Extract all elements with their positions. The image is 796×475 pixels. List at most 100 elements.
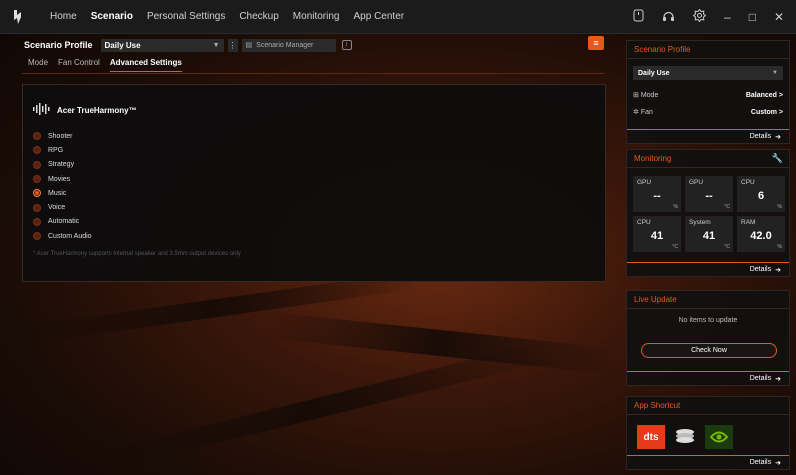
- radio-button[interactable]: [33, 232, 41, 241]
- nav-personal-settings[interactable]: Personal Settings: [147, 0, 225, 34]
- radio-option[interactable]: Shooter: [33, 129, 92, 143]
- scenario-profile-value: Daily Use: [104, 40, 141, 50]
- mode-label: Mode: [640, 92, 659, 99]
- bg-streak: [259, 311, 621, 375]
- audio-mode-list: Shooter RPG Strategy Movies Music Voice …: [33, 129, 92, 243]
- panel-title: Acer TrueHarmony™: [33, 103, 137, 117]
- radio-button[interactable]: [33, 132, 41, 141]
- monitor-tile: RAM 42.0%: [737, 216, 785, 252]
- nav-home[interactable]: Home: [50, 0, 77, 34]
- nav-app-center[interactable]: App Center: [354, 0, 405, 34]
- monitor-tile: CPU 41 °C: [633, 216, 681, 252]
- collapse-sidebar-button[interactable]: ≡: [588, 36, 604, 50]
- more-options-button[interactable]: ⋮: [227, 38, 238, 52]
- monitoring-card: Monitoring 🔧 GPU --% GPU -- °C CPU 6% CPU 41 °…: [626, 149, 790, 277]
- tab-mode[interactable]: Mode: [28, 58, 48, 72]
- radio-option[interactable]: Voice: [33, 200, 92, 214]
- mode-grid-icon: ⊞: [633, 92, 639, 99]
- details-label: Details: [749, 375, 772, 382]
- side-scenario-value: Daily Use: [638, 69, 670, 77]
- tab-fan-control[interactable]: Fan Control: [58, 58, 100, 72]
- arrow-right-icon: ➜: [775, 459, 781, 467]
- details-link[interactable]: Details ➜: [627, 455, 789, 469]
- divider: [22, 73, 604, 74]
- mode-value: Balanced: [745, 91, 777, 99]
- nav-monitoring[interactable]: Monitoring: [293, 0, 340, 34]
- fan-icon: ✲: [633, 109, 639, 116]
- settings-icon[interactable]: [692, 8, 707, 25]
- maximize-icon[interactable]: □: [749, 10, 756, 24]
- radio-button[interactable]: [33, 146, 41, 155]
- scenario-manager-label: Scenario Manager: [256, 41, 314, 49]
- list-icon: ▤: [245, 42, 253, 49]
- radio-option[interactable]: Strategy: [33, 158, 92, 172]
- coin-stack-app-icon[interactable]: [671, 425, 699, 449]
- wrench-icon[interactable]: 🔧: [772, 153, 783, 164]
- chevron-right-icon: >: [778, 91, 783, 99]
- chevron-right-icon: >: [778, 108, 783, 116]
- arrow-right-icon: ➜: [775, 375, 781, 383]
- radio-label: Custom Audio: [48, 232, 92, 240]
- arrow-right-icon: ➜: [775, 133, 781, 141]
- subtabs: Mode Fan Control Advanced Settings: [28, 58, 182, 72]
- app-shortcut-card: App Shortcut dts Details ➜: [626, 396, 790, 470]
- nav-checkup[interactable]: Checkup: [239, 0, 278, 34]
- monitoring-title: Monitoring: [634, 154, 672, 163]
- radio-option[interactable]: RPG: [33, 143, 92, 157]
- radio-label: Music: [48, 189, 67, 197]
- trueharmony-panel: Acer TrueHarmony™ Shooter RPG Strategy M…: [22, 84, 606, 282]
- radio-option[interactable]: Movies: [33, 172, 92, 186]
- radio-label: RPG: [48, 146, 64, 154]
- details-link[interactable]: Details ➜: [627, 262, 789, 276]
- chevron-down-icon: ▼: [772, 70, 778, 76]
- radio-button-selected[interactable]: [33, 189, 41, 198]
- live-update-card: Live Update No items to update Check Now…: [626, 290, 790, 386]
- radio-option[interactable]: Automatic: [33, 215, 92, 229]
- bg-streak: [65, 339, 555, 475]
- fan-row[interactable]: ✲ Fan Custom >: [633, 106, 783, 118]
- tab-advanced-settings[interactable]: Advanced Settings: [109, 58, 182, 72]
- app-shortcut-row: dts: [637, 425, 733, 449]
- info-icon[interactable]: i: [341, 40, 352, 50]
- radio-button[interactable]: [33, 217, 41, 226]
- card-title: Live Update: [627, 291, 789, 309]
- dts-logo-label: dts: [643, 431, 659, 443]
- chevron-down-icon: ▼: [212, 41, 220, 49]
- scenario-profile-select[interactable]: Daily Use ▼: [100, 38, 224, 52]
- card-title: Scenario Profile: [627, 41, 789, 59]
- live-update-empty-text: No items to update: [678, 317, 738, 324]
- minimize-icon[interactable]: –: [724, 10, 731, 24]
- monitor-tile: System 41 °C: [685, 216, 733, 252]
- panel-footnote: * Acer TrueHarmony supports internal spe…: [33, 251, 241, 257]
- nvidia-app-icon[interactable]: [705, 425, 733, 449]
- nav-scenario[interactable]: Scenario: [91, 0, 133, 34]
- check-now-button[interactable]: Check Now: [641, 343, 777, 358]
- side-scenario-select[interactable]: Daily Use ▼: [633, 66, 783, 80]
- trueharmony-title: Acer TrueHarmony™: [57, 105, 137, 115]
- arrow-right-icon: ➜: [775, 266, 781, 274]
- radio-button[interactable]: [33, 175, 41, 184]
- radio-label: Shooter: [48, 132, 73, 140]
- details-link[interactable]: Details ➜: [627, 371, 789, 385]
- radio-button[interactable]: [33, 203, 41, 212]
- details-label: Details: [749, 266, 772, 273]
- mode-row[interactable]: ⊞ Mode Balanced >: [633, 89, 783, 101]
- dts-app-icon[interactable]: dts: [637, 425, 665, 449]
- close-icon[interactable]: ✕: [774, 10, 784, 24]
- radio-option[interactable]: Custom Audio: [33, 229, 92, 243]
- monitor-tile: CPU 6%: [737, 176, 785, 212]
- radio-label: Strategy: [48, 161, 75, 169]
- scenario-manager-button[interactable]: ▤ Scenario Manager: [241, 38, 336, 52]
- details-link[interactable]: Details ➜: [627, 129, 789, 143]
- scenario-profile-card: Scenario Profile Daily Use ▼ ⊞ Mode Bala…: [626, 40, 790, 144]
- radio-option[interactable]: Music: [33, 186, 92, 200]
- details-label: Details: [749, 133, 772, 140]
- radio-label: Voice: [48, 204, 66, 212]
- scenario-profile-bar: Scenario Profile Daily Use ▼ ⋮ ▤ Scenari…: [24, 38, 352, 52]
- headset-icon[interactable]: [662, 9, 675, 25]
- predator-logo: [0, 0, 36, 34]
- scenario-profile-label: Scenario Profile: [24, 40, 93, 50]
- keyboard-icon[interactable]: [633, 9, 644, 25]
- fan-value: Custom: [750, 108, 777, 116]
- radio-button[interactable]: [33, 160, 41, 169]
